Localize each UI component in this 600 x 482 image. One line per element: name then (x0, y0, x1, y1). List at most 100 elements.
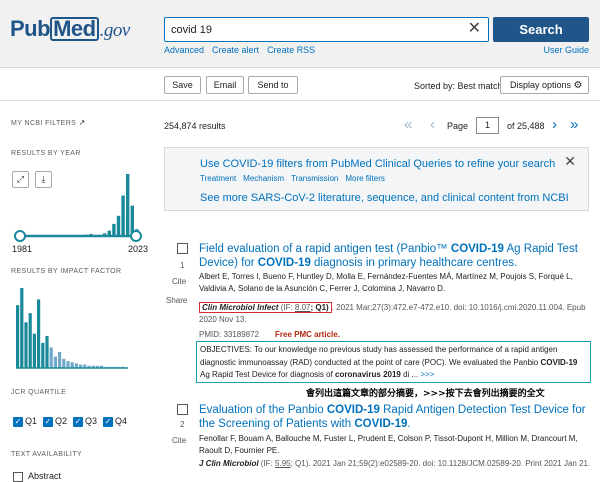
impact-factor-bar (62, 358, 66, 368)
cite-button[interactable]: Cite (172, 277, 186, 286)
quartile-q2[interactable]: ✓ Q2 (43, 416, 67, 427)
year-bar (126, 174, 130, 236)
impact-factor-bar (49, 347, 53, 368)
article-number: 1 (180, 261, 185, 270)
display-options-label: Display options (510, 80, 572, 90)
checkbox-checked-icon[interactable]: ✓ (43, 416, 53, 427)
display-options-button[interactable]: Display options ⚙ (500, 76, 589, 94)
article-citation: Clin Microbiol Infect (IF: 8.07; Q1). 20… (199, 302, 586, 324)
transmission-link[interactable]: Transmission (291, 174, 338, 183)
article-citation: J Clin Microbiol (IF: 5.95; Q1). 2021 Ja… (199, 459, 591, 468)
article-number: 2 (180, 420, 185, 429)
create-alert-link[interactable]: Create alert (212, 45, 259, 55)
checkbox-icon[interactable] (13, 471, 23, 482)
create-rss-link[interactable]: Create RSS (267, 45, 315, 55)
impact-factor-bar (28, 313, 32, 368)
search-button[interactable]: Search (493, 17, 589, 42)
checkbox-checked-icon[interactable]: ✓ (73, 416, 83, 427)
year-bar (121, 195, 125, 236)
pubmed-logo[interactable]: Pub Med .gov (10, 16, 130, 42)
more-filters-link[interactable]: More filters (345, 174, 385, 183)
impact-factor-bar (53, 356, 57, 368)
page-total: of 25,488 (507, 121, 545, 131)
quartile-label: Q1 (25, 416, 38, 426)
sort-label[interactable]: Sorted by: Best match (414, 81, 503, 91)
advanced-link[interactable]: Advanced (164, 45, 204, 55)
cite-button[interactable]: Cite (172, 436, 186, 445)
prev-page-icon[interactable]: ‹ (430, 117, 435, 133)
checkbox-checked-icon[interactable]: ✓ (103, 416, 113, 427)
impact-factor-bar (24, 322, 28, 368)
quartile-q3[interactable]: ✓ Q3 (73, 416, 97, 427)
notice-filter-links: Treatment Mechanism Transmission More filte… (200, 174, 392, 183)
impact-factor-bar (20, 288, 24, 368)
toolbar-divider (0, 100, 600, 101)
header: PubMed.gov ✕ Search Advanced Create alert… (0, 0, 600, 68)
impact-factor-bar (32, 333, 36, 368)
notice-ncbi-link[interactable]: See more SARS-CoV-2 literature, sequence… (200, 192, 569, 204)
page-label: Page (447, 121, 469, 131)
impact-factor-bar (41, 342, 45, 368)
year-bar (116, 215, 121, 236)
send-to-button[interactable]: Send to (248, 76, 298, 94)
journal-if-highlight: Clin Microbiol Infect (IF: 8.07; Q1) (199, 302, 332, 313)
abstract-filter-label: Abstract (28, 471, 62, 481)
impact-factor-bar (58, 352, 62, 368)
article-checkbox[interactable] (177, 404, 188, 415)
text-availability-label: TEXT AVAILABILITY (11, 451, 82, 458)
results-by-year-label: RESULTS BY YEAR (11, 150, 81, 157)
results-count: 254,874 results (164, 121, 226, 131)
close-icon[interactable]: ✕ (564, 153, 576, 170)
quartile-label: Q4 (115, 416, 128, 426)
article-title-link[interactable]: Evaluation of the Panbio COVID-19 Rapid … (199, 403, 591, 431)
impact-factor-bar (66, 361, 70, 368)
abstract-filter[interactable]: Abstract (13, 471, 61, 482)
covid-notice: Use COVID-19 filters from PubMed Clinica… (164, 147, 589, 211)
year-end-handle (130, 230, 142, 242)
user-guide-link[interactable]: User Guide (543, 45, 589, 55)
jcr-quartile-label: JCR QUARTILE (11, 389, 67, 396)
impact-factor-bar (45, 336, 49, 368)
pmid: PMID: 33189872 (199, 330, 260, 339)
impact-factor-bar (16, 305, 20, 368)
quartile-q4[interactable]: ✓ Q4 (103, 416, 127, 427)
year-start-label: 1981 (12, 244, 33, 254)
email-button[interactable]: Email (206, 76, 244, 94)
article-authors: Albert E, Torres I, Bueno F, Huntley D, … (199, 272, 573, 293)
results-by-if-label: RESULTS BY IMPACT FACTOR (11, 268, 122, 275)
last-page-icon[interactable]: » (570, 117, 578, 133)
year-end-label: 2023 (128, 244, 149, 254)
notice-clinical-queries-link[interactable]: Use COVID-19 filters from PubMed Clinica… (200, 158, 555, 170)
article-authors: Fenollar F, Bouam A, Ballouche M, Fuster… (199, 434, 578, 455)
first-page-icon[interactable]: « (404, 117, 412, 133)
impact-factor-chart (16, 288, 128, 369)
search-input[interactable] (165, 18, 455, 41)
clear-icon[interactable]: ✕ (468, 21, 481, 37)
page-number-input[interactable]: 1 (476, 117, 499, 134)
impact-factor-bar (37, 299, 41, 368)
next-page-icon[interactable]: › (552, 117, 557, 133)
gear-icon: ⚙ (573, 80, 583, 91)
annotation-note: 會列出這篇文章的部分摘要，>>>按下去會列出摘要的全文 (306, 389, 545, 399)
share-button[interactable]: Share (166, 296, 187, 305)
save-button[interactable]: Save (164, 76, 201, 94)
quartile-label: Q2 (55, 416, 68, 426)
year-bar (112, 223, 116, 236)
search-box: ✕ (164, 17, 489, 42)
abstract-snippet: OBJECTIVES: To our knowledge no previous… (196, 341, 591, 383)
article-checkbox[interactable] (177, 243, 188, 254)
mechanism-link[interactable]: Mechanism (243, 174, 284, 183)
checkbox-checked-icon[interactable]: ✓ (13, 416, 23, 427)
expand-abstract-link[interactable]: >>> (418, 370, 434, 379)
year-chart (14, 174, 142, 242)
quartile-q1[interactable]: ✓ Q1 (13, 416, 37, 427)
treatment-link[interactable]: Treatment (200, 174, 236, 183)
external-link-icon: ↗ (78, 118, 86, 127)
year-start-handle (14, 230, 26, 242)
search-sublinks: Advanced Create alert Create RSS (164, 45, 323, 55)
free-pmc-badge: Free PMC article. (275, 330, 340, 339)
impact-factor-bar (70, 362, 74, 368)
quartile-label: Q3 (85, 416, 98, 426)
article-title-link[interactable]: Field evaluation of a rapid antigen test… (199, 242, 591, 270)
my-ncbi-filters-label[interactable]: MY NCBI FILTERS ↗ (11, 118, 86, 127)
